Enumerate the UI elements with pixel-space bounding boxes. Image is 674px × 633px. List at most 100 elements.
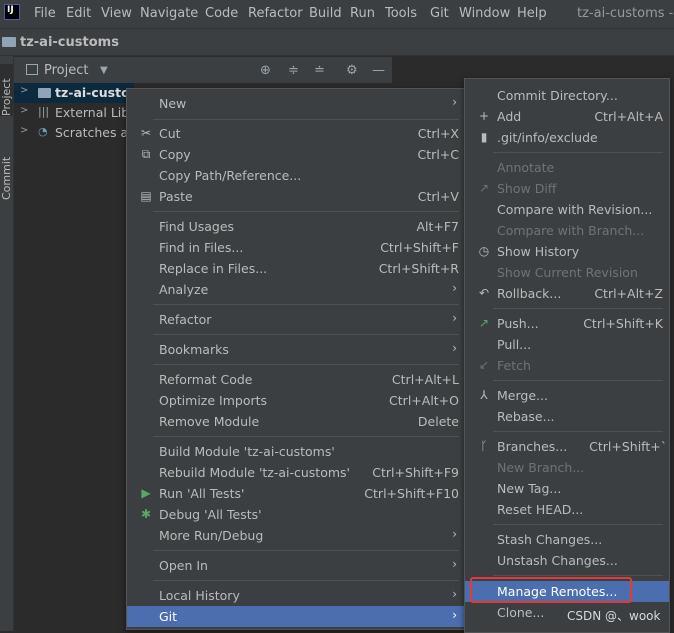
merge-icon: ⅄ [480,388,488,402]
chevron-right-icon[interactable]: > [20,85,28,96]
menu-separator [493,380,663,381]
menu-item-run-all-tests[interactable]: ▶ Run 'All Tests' Ctrl+Shift+F10 [127,483,465,504]
git-merge[interactable]: ⅄ Merge... [465,385,669,406]
menu-item-copy-path[interactable]: Copy Path/Reference... [127,165,465,186]
project-panel-header: Project ▼ ⊕ ≑ ≐ ⚙ — [14,57,392,83]
submenu-arrow-icon: › [452,608,457,622]
menu-code[interactable]: Code [205,6,238,21]
menu-separator [153,550,459,551]
menu-build[interactable]: Build [309,6,342,21]
menu-navigate[interactable]: Navigate [140,6,198,21]
menu-item-git[interactable]: Git › [127,606,465,627]
git-submenu: Commit Directory... + Add Ctrl+Alt+A ▮ .git… [464,78,670,633]
submenu-arrow-icon: › [452,281,457,295]
git-rebase[interactable]: Rebase... [465,406,669,427]
menu-separator [153,211,459,212]
watermark-text: CSDN @、wook [567,609,661,623]
menu-item-remove-module[interactable]: Remove Module Delete [127,411,465,432]
menu-separator [493,524,663,525]
menu-item-reformat-code[interactable]: Reformat Code Ctrl+Alt+L [127,369,465,390]
git-branches[interactable]: ᚴ Branches... Ctrl+Shift+` [465,436,669,457]
gear-icon[interactable]: ⚙ [346,63,358,78]
git-new-tag[interactable]: New Tag... [465,478,669,499]
menu-item-more-run-debug[interactable]: More Run/Debug › [127,525,465,546]
chevron-down-icon[interactable]: ▼ [100,65,108,76]
menu-view[interactable]: View [101,6,132,21]
menu-refactor[interactable]: Refactor [248,6,303,21]
copy-icon: ⧉ [141,147,151,161]
menu-item-cut[interactable]: ✂ Cut Ctrl+X [127,123,465,144]
locate-icon[interactable]: ⊕ [260,63,271,78]
menu-item-paste[interactable]: ▤ Paste Ctrl+V [127,186,465,207]
plus-icon: + [478,109,490,123]
menu-git[interactable]: Git [430,6,449,21]
tree-item-project-root[interactable]: > tz-ai-custom [14,83,143,103]
commit-tool-tab[interactable]: Commit [0,140,13,200]
project-panel-title[interactable]: Project [44,63,88,78]
debug-bug-icon: ✱ [140,507,152,521]
menu-separator [493,431,663,432]
menu-separator [153,119,459,120]
git-compare-with-branch[interactable]: Compare with Branch... [465,220,669,241]
menu-item-open-in[interactable]: Open In › [127,555,465,576]
menu-separator [153,436,459,437]
git-annotate[interactable]: Annotate [465,157,669,178]
breadcrumb-project[interactable]: tz-ai-customs [20,35,119,50]
menu-item-find-usages[interactable]: Find Usages Alt+F7 [127,216,465,237]
submenu-arrow-icon: › [452,527,457,541]
menu-help[interactable]: Help [517,6,547,21]
scratches-icon: ◔ [38,125,48,138]
git-add[interactable]: + Add Ctrl+Alt+A [465,106,669,127]
chevron-right-icon[interactable]: > [20,125,28,136]
paste-icon: ▤ [140,189,152,203]
collapse-all-icon[interactable]: ≐ [314,63,325,78]
menu-item-new[interactable]: New › [127,93,465,114]
menu-window[interactable]: Window [459,6,510,21]
expand-all-icon[interactable]: ≑ [288,63,299,78]
push-arrow-icon: ↗ [478,316,490,330]
git-info-exclude[interactable]: ▮ .git/info/exclude [465,127,669,148]
git-new-branch[interactable]: New Branch... [465,457,669,478]
tree-item-label: Scratches an [55,125,137,140]
git-compare-with-revision[interactable]: Compare with Revision... [465,199,669,220]
minimize-icon[interactable]: — [372,63,385,78]
menu-run[interactable]: Run [350,6,375,21]
menu-item-find-in-files[interactable]: Find in Files... Ctrl+Shift+F [127,237,465,258]
branch-icon: ᚴ [480,439,488,453]
menu-item-refactor[interactable]: Refactor › [127,309,465,330]
git-pull[interactable]: Pull... [465,334,669,355]
navigation-bar: tz-ai-customs [0,28,674,56]
menu-item-replace-in-files[interactable]: Replace in Files... Ctrl+Shift+R [127,258,465,279]
menu-item-local-history[interactable]: Local History › [127,585,465,606]
chevron-right-icon[interactable]: > [20,105,28,116]
git-fetch[interactable]: ↙ Fetch [465,355,669,376]
menu-item-bookmarks[interactable]: Bookmarks › [127,339,465,360]
menu-item-analyze[interactable]: Analyze › [127,279,465,300]
menu-item-copy[interactable]: ⧉ Copy Ctrl+C [127,144,465,165]
git-push[interactable]: ↗ Push... Ctrl+Shift+K [465,313,669,334]
git-unstash-changes[interactable]: Unstash Changes... [465,550,669,571]
menu-item-optimize-imports[interactable]: Optimize Imports Ctrl+Alt+O [127,390,465,411]
git-show-current-revision[interactable]: Show Current Revision [465,262,669,283]
libraries-icon: ||| [38,105,50,118]
menu-separator [153,364,459,365]
menu-separator [493,575,663,576]
project-tool-tab[interactable]: Project [0,64,13,116]
menu-item-build-module[interactable]: Build Module 'tz-ai-customs' [127,441,465,462]
menu-tools[interactable]: Tools [385,6,417,21]
intellij-logo-icon[interactable]: IJ [4,4,20,20]
file-icon: ▮ [480,130,488,144]
git-show-history[interactable]: ◷ Show History [465,241,669,262]
git-commit-directory[interactable]: Commit Directory... [465,85,669,106]
git-show-diff[interactable]: ↗ Show Diff [465,178,669,199]
menu-edit[interactable]: Edit [66,6,91,21]
git-stash-changes[interactable]: Stash Changes... [465,529,669,550]
menu-item-rebuild-module[interactable]: Rebuild Module 'tz-ai-customs' Ctrl+Shift… [127,462,465,483]
rollback-icon: ↶ [478,286,490,300]
project-view-icon [26,64,38,75]
git-rollback[interactable]: ↶ Rollback... Ctrl+Alt+Z [465,283,669,304]
clock-icon: ◷ [478,244,490,258]
menu-file[interactable]: File [34,6,56,21]
git-reset-head[interactable]: Reset HEAD... [465,499,669,520]
menu-item-debug-all-tests[interactable]: ✱ Debug 'All Tests' [127,504,465,525]
